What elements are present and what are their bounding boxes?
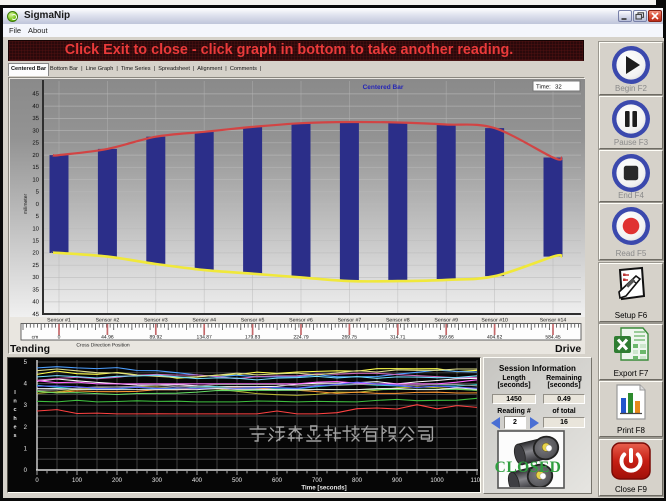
svg-text:Sensor #10: Sensor #10 xyxy=(481,318,508,324)
svg-text:45: 45 xyxy=(32,311,39,318)
svg-text:40: 40 xyxy=(32,103,39,110)
svg-text:20: 20 xyxy=(32,152,39,159)
svg-text:179.83: 179.83 xyxy=(245,335,261,341)
svg-text:Time:: Time: xyxy=(536,84,551,91)
svg-text:Sensor #6: Sensor #6 xyxy=(289,318,313,324)
svg-text:800: 800 xyxy=(352,478,363,484)
svg-text:e: e xyxy=(13,424,16,430)
svg-text:10: 10 xyxy=(32,225,39,232)
svg-text:0: 0 xyxy=(58,335,61,341)
svg-text:1000: 1000 xyxy=(430,478,444,484)
svg-text:32: 32 xyxy=(555,84,562,91)
svg-text:s: s xyxy=(13,433,16,439)
svg-text:35: 35 xyxy=(32,115,39,122)
svg-text:35: 35 xyxy=(32,286,39,293)
svg-text:600: 600 xyxy=(272,478,283,484)
svg-text:700: 700 xyxy=(312,478,323,484)
svg-text:100: 100 xyxy=(72,478,83,484)
svg-text:Sensor #5: Sensor #5 xyxy=(241,318,265,324)
svg-text:Sensor #1: Sensor #1 xyxy=(47,318,71,324)
svg-text:900: 900 xyxy=(392,478,403,484)
svg-text:40: 40 xyxy=(32,299,39,306)
svg-text:Sensor #3: Sensor #3 xyxy=(144,318,168,324)
svg-text:224.79: 224.79 xyxy=(293,335,309,341)
svg-text:15: 15 xyxy=(32,238,39,245)
svg-text:Sensor #9: Sensor #9 xyxy=(434,318,458,324)
svg-text:CLOSED: CLOSED xyxy=(495,459,562,476)
svg-text:Sensor #7: Sensor #7 xyxy=(338,318,362,324)
svg-text:Time [seconds]: Time [seconds] xyxy=(301,485,346,492)
svg-text:cm: cm xyxy=(32,335,39,341)
svg-text:30: 30 xyxy=(32,274,39,281)
svg-text:584.45: 584.45 xyxy=(545,335,561,341)
svg-text:269.75: 269.75 xyxy=(342,335,358,341)
svg-text:c: c xyxy=(13,407,16,413)
svg-text:Centered Bar: Centered Bar xyxy=(363,84,404,91)
svg-text:Sensor #4: Sensor #4 xyxy=(192,318,216,324)
svg-text:314.71: 314.71 xyxy=(390,335,406,341)
svg-text:359.66: 359.66 xyxy=(439,335,455,341)
svg-text:1100: 1100 xyxy=(471,478,480,484)
svg-text:44.96: 44.96 xyxy=(101,335,114,341)
svg-text:400: 400 xyxy=(192,478,203,484)
svg-text:Cross Direction Position: Cross Direction Position xyxy=(76,343,130,349)
svg-text:milimeter: milimeter xyxy=(23,194,29,215)
svg-text:10: 10 xyxy=(32,176,39,183)
svg-text:25: 25 xyxy=(32,140,39,147)
svg-text:89.92: 89.92 xyxy=(150,335,163,341)
svg-text:30: 30 xyxy=(32,127,39,134)
svg-text:Sensor #2: Sensor #2 xyxy=(96,318,120,324)
svg-text:300: 300 xyxy=(152,478,163,484)
svg-text:404.62: 404.62 xyxy=(487,335,503,341)
svg-text:200: 200 xyxy=(112,478,123,484)
svg-text:20: 20 xyxy=(32,250,39,257)
svg-text:Sensor #14: Sensor #14 xyxy=(540,318,567,324)
svg-text:25: 25 xyxy=(32,262,39,269)
svg-text:Sensor #8: Sensor #8 xyxy=(386,318,410,324)
svg-text:45: 45 xyxy=(32,91,39,98)
svg-text:500: 500 xyxy=(232,478,243,484)
svg-text:134.87: 134.87 xyxy=(197,335,213,341)
svg-text:15: 15 xyxy=(32,164,39,171)
